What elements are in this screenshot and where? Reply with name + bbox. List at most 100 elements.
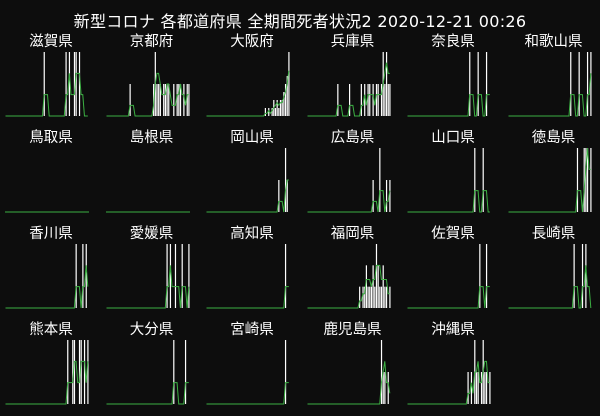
chart-stage: 新型コロナ 各都道府県 全期間死者状況2 2020-12-21 00:26 滋賀… xyxy=(0,0,600,405)
trend-line xyxy=(307,190,390,213)
chart-panel: 愛媛県 xyxy=(106,222,198,320)
bar-mark xyxy=(358,286,360,308)
chart-panel: 滋賀県 xyxy=(5,30,97,128)
bar-mark xyxy=(288,52,290,116)
bar-mark xyxy=(186,84,188,116)
panel-plot xyxy=(508,147,592,213)
chart-panel: 兵庫県 xyxy=(307,30,399,128)
bar-mark xyxy=(172,84,174,116)
chart-panel: 福岡県 xyxy=(307,222,399,320)
trend-line xyxy=(407,94,490,117)
bar-mark xyxy=(387,84,389,116)
bar-mark xyxy=(485,372,488,404)
panel-plot xyxy=(307,148,391,213)
bar-mark xyxy=(489,372,491,404)
bar-mark xyxy=(485,244,488,308)
chart-panel: 高知県 xyxy=(206,222,298,320)
bar-mark xyxy=(80,340,82,404)
page-title: 新型コロナ 各都道府県 全期間死者状況2 2020-12-21 00:26 xyxy=(73,12,527,31)
panel-plot xyxy=(105,211,190,213)
panel-plot xyxy=(206,148,289,213)
chart-panel: 鳥取県 xyxy=(5,126,97,224)
bar-mark xyxy=(87,340,89,404)
bar-mark xyxy=(368,84,370,116)
panel-plot xyxy=(206,340,289,405)
trend-line xyxy=(508,265,591,309)
bar-mark xyxy=(378,148,380,212)
panel-plot xyxy=(407,148,490,213)
bar-mark xyxy=(284,148,287,212)
panel-plot xyxy=(307,340,390,405)
bar-mark xyxy=(383,286,385,308)
bar-mark xyxy=(388,84,391,116)
bar-mark xyxy=(284,244,287,308)
bar-mark xyxy=(368,286,370,308)
bar-mark xyxy=(586,52,588,116)
bar-mark xyxy=(375,244,377,308)
bar-mark xyxy=(576,148,578,212)
bar-mark xyxy=(373,286,375,308)
bar-mark xyxy=(172,340,174,404)
bar-mark xyxy=(388,286,391,308)
bar-mark xyxy=(477,52,479,116)
bar-mark xyxy=(372,265,374,308)
panel-plot xyxy=(508,244,591,309)
bar-mark xyxy=(372,180,374,212)
trend-line xyxy=(407,360,490,405)
bar-mark xyxy=(383,84,385,116)
trend-line xyxy=(5,72,88,117)
chart-panel: 山口県 xyxy=(407,126,499,224)
bar-mark xyxy=(336,84,338,116)
panel-plot xyxy=(106,52,190,117)
bar-mark xyxy=(366,286,369,308)
bar-mark xyxy=(165,244,168,308)
chart-panel: 沖縄県 xyxy=(407,318,499,416)
bar-mark xyxy=(278,180,280,212)
panel-plot xyxy=(407,52,490,117)
chart-panel: 広島県 xyxy=(307,126,399,224)
chart-panel: 京都府 xyxy=(106,30,198,128)
bar-mark xyxy=(474,148,476,212)
bar-mark xyxy=(361,286,364,308)
bar-mark xyxy=(43,52,45,116)
bar-mark xyxy=(184,340,186,404)
bar-mark xyxy=(187,244,190,308)
trend-line xyxy=(407,286,490,309)
bar-mark xyxy=(366,84,369,116)
bar-mark xyxy=(157,84,159,116)
bar-mark xyxy=(383,372,385,404)
chart-panel: 大阪府 xyxy=(206,30,298,128)
bar-mark xyxy=(382,265,384,308)
bar-mark xyxy=(67,340,69,404)
trend-line xyxy=(206,382,289,405)
bar-mark xyxy=(278,108,280,116)
trend-line xyxy=(508,147,591,213)
bar-mark xyxy=(375,84,377,116)
bar-mark xyxy=(388,180,391,212)
bar-mark xyxy=(73,340,76,404)
panel-plot xyxy=(407,244,490,309)
bar-mark xyxy=(187,84,190,116)
trend-line xyxy=(508,73,591,117)
bar-mark xyxy=(485,52,488,116)
bar-mark xyxy=(385,180,387,212)
trend-line xyxy=(206,70,290,117)
trend-line xyxy=(206,286,289,309)
bar-mark xyxy=(75,52,77,116)
bar-mark xyxy=(380,286,382,308)
chart-panel: 和歌山県 xyxy=(508,30,600,128)
trend-line xyxy=(307,264,390,309)
bar-mark xyxy=(129,84,131,116)
chart-panel: 宮崎県 xyxy=(206,318,298,416)
bar-mark xyxy=(475,372,478,404)
panel-plot xyxy=(5,211,89,213)
bar-mark xyxy=(378,286,380,308)
bar-mark xyxy=(467,372,469,404)
panel-plot xyxy=(5,52,88,117)
chart-panel: 熊本県 xyxy=(5,318,97,416)
chart-panel: 徳島県 xyxy=(508,126,600,224)
chart-panel: 香川県 xyxy=(5,222,97,320)
bar-mark xyxy=(284,340,287,404)
bar-mark xyxy=(65,52,67,116)
bar-mark xyxy=(482,148,484,212)
